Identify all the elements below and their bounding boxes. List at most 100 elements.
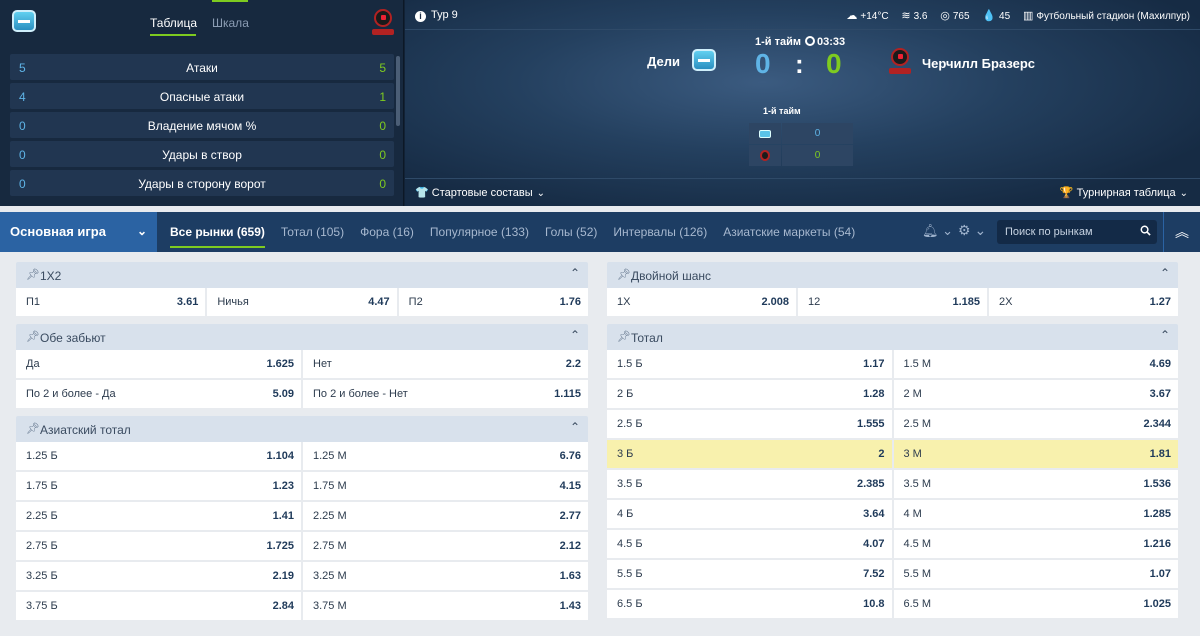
odds-cell[interactable]: 2 Б 1.28 [607, 380, 892, 408]
odds-cell[interactable]: 4 М 1.285 [893, 500, 1178, 528]
team2-logo-icon [889, 48, 915, 74]
odds-cell[interactable]: 3.25 М 1.63 [303, 562, 588, 590]
odds-cell[interactable]: 2.5 М 2.344 [893, 410, 1178, 438]
odds-cell[interactable]: Нет 2.2 [303, 350, 588, 378]
info-icon: i [415, 11, 426, 22]
odds-cell[interactable]: 2.25 Б 1.41 [16, 502, 301, 530]
shirt-icon: 👕 [415, 187, 429, 199]
outcome-odds: 1.625 [266, 358, 294, 370]
pin-icon[interactable]: 📌︎ [26, 422, 40, 435]
markets-left-column: 📌︎ 1X2 ⌃ П1 3.61 Ничья 4.47 П2 1.76 📌︎ Обе … [16, 262, 588, 628]
outcome-name: 2.75 М [313, 540, 347, 552]
market-header[interactable]: 📌︎ 1X2 ⌃ [16, 262, 588, 288]
outcome-odds: 1.43 [559, 600, 581, 612]
odds-cell[interactable]: Да 1.625 [16, 350, 301, 378]
stat-right-value: 1 [379, 90, 386, 104]
odds-cell-highlighted[interactable]: 3 М 1.81 [893, 440, 1178, 468]
odds-cell[interactable]: 3.75 Б 2.84 [16, 592, 301, 620]
odds-cell[interactable]: 2.5 Б 1.555 [607, 410, 892, 438]
odds-cell[interactable]: П2 1.76 [398, 288, 588, 316]
outcome-name: 2.5 М [903, 418, 932, 430]
odds-cell[interactable]: П1 3.61 [16, 288, 206, 316]
outcome-name: 2.25 М [313, 510, 347, 522]
tab-table[interactable]: Таблица [150, 16, 197, 30]
pin-icon[interactable]: 📌︎ [617, 268, 631, 281]
odds-cell[interactable]: 4 Б 3.64 [607, 500, 892, 528]
stat-label: Удары в створ [162, 148, 242, 162]
lineups-label: Стартовые составы [431, 187, 533, 199]
odds-cell[interactable]: Ничья 4.47 [207, 288, 397, 316]
clock-icon [805, 36, 816, 46]
market-double-chance: 📌︎ Двойной шанс ⌃ 1X 2.008 12 1.185 2X 1.27 [607, 262, 1178, 316]
bell-icon[interactable]: 🔔︎ ⌄ [922, 223, 953, 239]
outcome-name: 2.75 Б [26, 540, 58, 552]
tab-all-markets[interactable]: Все рынки (659) [170, 212, 265, 252]
odds-cell[interactable]: 1.25 Б 1.104 [16, 442, 301, 470]
odds-cell[interactable]: 3.75 М 1.43 [303, 592, 588, 620]
odds-cell[interactable]: 4.5 Б 4.07 [607, 530, 892, 558]
gear-icon[interactable]: ⚙ ⌄ [958, 222, 986, 239]
odds-cell[interactable]: 1.75 Б 1.23 [16, 472, 301, 500]
pin-icon[interactable]: 📌︎ [617, 330, 631, 343]
tab-asian-markets[interactable]: Азиатские маркеты (54) [723, 212, 855, 252]
odds-cell[interactable]: 5.5 Б 7.52 [607, 560, 892, 588]
game-select-label: Основная игра [10, 224, 106, 239]
chevron-up-icon[interactable]: ⌃ [570, 420, 580, 434]
outcome-name: 3.75 Б [26, 600, 58, 612]
outcome-odds: 1.285 [1143, 508, 1171, 520]
odds-cell[interactable]: 6.5 Б 10.8 [607, 590, 892, 618]
odds-cell[interactable]: 2.75 Б 1.725 [16, 532, 301, 560]
odds-cell[interactable]: По 2 и более - Да 5.09 [16, 380, 301, 408]
odds-cell[interactable]: 1.5 М 4.69 [893, 350, 1178, 378]
odds-cell-highlighted[interactable]: 3 Б 2 [607, 440, 892, 468]
outcome-odds: 7.52 [863, 568, 885, 580]
tab-goals[interactable]: Голы (52) [545, 212, 597, 252]
market-header[interactable]: 📌︎ Тотал ⌃ [607, 324, 1178, 350]
outcome-name: 12 [808, 296, 821, 308]
odds-cell[interactable]: По 2 и более - Нет 1.115 [303, 380, 588, 408]
odds-cell[interactable]: 1X 2.008 [607, 288, 796, 316]
wind-icon: ≋ [901, 10, 911, 22]
odds-cell[interactable]: 3.5 М 1.536 [893, 470, 1178, 498]
standings-toggle[interactable]: 🏆 Турнирная таблица ⌄ [1060, 186, 1188, 199]
odds-cell[interactable]: 12 1.185 [798, 288, 987, 316]
odds-cell[interactable]: 2.75 М 2.12 [303, 532, 588, 560]
team1-mini-logo-icon [759, 129, 771, 138]
tab-handicap[interactable]: Фора (16) [360, 212, 414, 252]
outcome-odds: 1.27 [1149, 296, 1171, 308]
chevron-up-icon[interactable]: ⌃ [570, 328, 580, 342]
game-select[interactable]: Основная игра ⌄ [0, 212, 157, 252]
pin-icon[interactable]: 📌︎ [26, 268, 40, 281]
odds-cell[interactable]: 3.5 Б 2.385 [607, 470, 892, 498]
tab-intervals[interactable]: Интервалы (126) [613, 212, 707, 252]
odds-cell[interactable]: 1.25 М 6.76 [303, 442, 588, 470]
odds-cell[interactable]: 1.5 Б 1.17 [607, 350, 892, 378]
tab-total[interactable]: Тотал (105) [281, 212, 344, 252]
search-icon[interactable] [1140, 225, 1151, 236]
chevron-up-icon[interactable]: ⌃ [570, 266, 580, 280]
odds-cell[interactable]: 2.25 М 2.77 [303, 502, 588, 530]
collapse-button[interactable]: ︽ [1163, 212, 1200, 252]
market-header[interactable]: 📌︎ Обе забьют ⌃ [16, 324, 588, 350]
trophy-icon: 🏆 [1059, 187, 1074, 199]
lineups-toggle[interactable]: 👕 Стартовые составы ⌄ [415, 186, 545, 199]
tab-scale[interactable]: Шкала [212, 16, 249, 30]
chevron-up-icon[interactable]: ⌃ [1160, 266, 1170, 280]
odds-cell[interactable]: 4.5 М 1.216 [893, 530, 1178, 558]
match-time: 03:33 [817, 36, 846, 48]
stats-scrollbar[interactable] [396, 56, 400, 126]
odds-cell[interactable]: 5.5 М 1.07 [893, 560, 1178, 588]
market-header[interactable]: 📌︎ Двойной шанс ⌃ [607, 262, 1178, 288]
odds-cell[interactable]: 6.5 М 1.025 [893, 590, 1178, 618]
tab-popular[interactable]: Популярное (133) [430, 212, 529, 252]
search-input[interactable] [1005, 220, 1133, 244]
odds-cell[interactable]: 2 М 3.67 [893, 380, 1178, 408]
pin-icon[interactable]: 📌︎ [26, 330, 40, 343]
odds-cell[interactable]: 2X 1.27 [989, 288, 1178, 316]
odds-cell[interactable]: 1.75 М 4.15 [303, 472, 588, 500]
chevron-up-icon[interactable]: ⌃ [1160, 328, 1170, 342]
odds-cell[interactable]: 3.25 Б 2.19 [16, 562, 301, 590]
outcome-name: 2.5 Б [617, 418, 643, 430]
market-header[interactable]: 📌︎ Азиатский тотал ⌃ [16, 416, 588, 442]
half-row-team1: 0 [749, 123, 853, 144]
